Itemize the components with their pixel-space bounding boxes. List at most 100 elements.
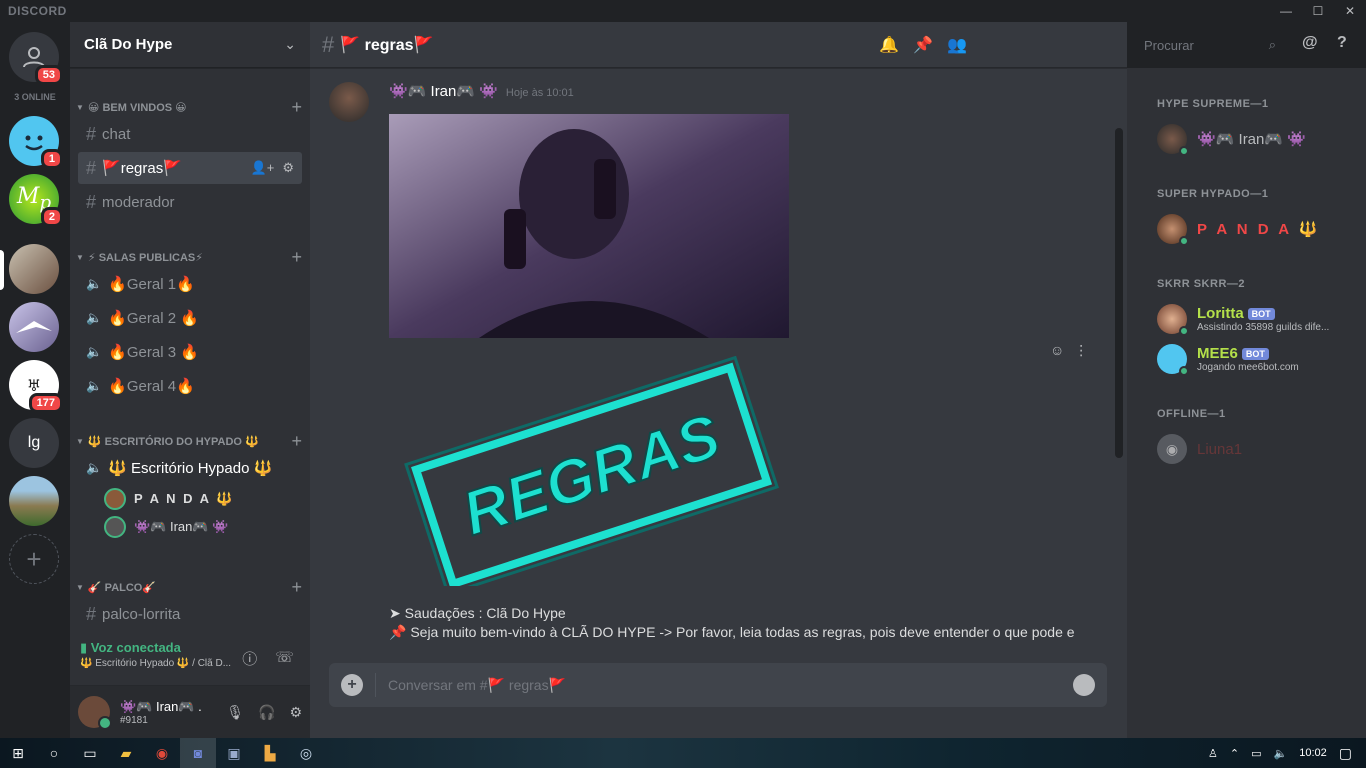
channel-chat[interactable]: # chat	[78, 118, 302, 150]
emoji-picker-icon[interactable]	[1073, 674, 1095, 696]
create-channel-icon[interactable]: +	[291, 247, 302, 268]
microphone-icon[interactable]: 🎙	[226, 704, 244, 721]
guild-bird[interactable]	[9, 302, 59, 352]
settings-gear-icon[interactable]: ⚙	[289, 704, 302, 721]
member-liuna1[interactable]: ◉ Liuna1	[1157, 434, 1357, 464]
photo-image	[389, 114, 789, 338]
invite-icon[interactable]: 👤+	[251, 160, 275, 176]
member-iran[interactable]: 👾🎮 Iran🎮 👾	[1157, 124, 1357, 156]
voice-user-panda[interactable]: P A N D A 🔱	[104, 486, 234, 512]
bell-icon[interactable]: 🔔	[879, 35, 899, 55]
disconnect-icon[interactable]: ☏	[275, 648, 294, 669]
voice-channel-geral3[interactable]: 🔈 🔥Geral 3 🔥	[78, 336, 302, 368]
voice-channel-geral4[interactable]: 🔈 🔥Geral 4🔥	[78, 370, 302, 402]
help-icon[interactable]: ?	[1337, 34, 1347, 52]
guild-photo[interactable]	[9, 244, 59, 294]
close-window-button[interactable]: ✕	[1334, 0, 1366, 22]
add-reaction-icon[interactable]: ☺	[1050, 342, 1064, 359]
channel-palco-lorrita[interactable]: # palco-lorrita	[78, 598, 302, 630]
clock[interactable]: 10:02	[1299, 747, 1327, 759]
message-input-box[interactable]: + Conversar em #🚩 regras🚩	[329, 663, 1107, 707]
add-server-button[interactable]: +	[9, 534, 59, 584]
server-header[interactable]: Clã Do Hype ⌄	[70, 22, 310, 68]
member-name: P A N D A 🔱	[1197, 221, 1321, 238]
gear-icon[interactable]: ⚙	[282, 160, 294, 176]
tribe-logo: ♅	[26, 375, 42, 395]
file-explorer-icon[interactable]: ▰	[108, 738, 144, 768]
upload-plus-icon[interactable]: +	[341, 674, 363, 696]
guild-selected-pill	[0, 250, 4, 290]
pin-icon[interactable]: 📌	[913, 35, 933, 55]
task-view-icon[interactable]: ▭	[72, 738, 108, 768]
voice-channel-geral2[interactable]: 🔈 🔥Geral 2 🔥	[78, 302, 302, 334]
message-input[interactable]: Conversar em #🚩 regras🚩	[388, 677, 1073, 694]
discord-taskbar-icon[interactable]: ◙	[180, 738, 216, 768]
network-icon[interactable]: ▭	[1251, 747, 1261, 760]
scrollbar[interactable]	[1115, 128, 1123, 458]
speaker-icon: 🔈	[86, 276, 103, 291]
caret-down-icon: ▼	[76, 252, 84, 262]
maximize-button[interactable]: ☐	[1302, 0, 1334, 22]
more-options-icon[interactable]: ⋮	[1074, 342, 1088, 359]
message-author[interactable]: 👾🎮 Iran🎮 👾	[389, 82, 498, 100]
regras-banner: REGRAS	[404, 355, 779, 596]
notification-icon[interactable]: ▢	[1339, 745, 1352, 762]
cortana-icon[interactable]: ○	[36, 738, 72, 768]
locked-hash-icon: #	[86, 191, 97, 212]
avatar	[104, 516, 126, 538]
attached-photo[interactable]	[389, 114, 789, 338]
guild-mountain[interactable]	[9, 476, 59, 526]
channel-title: 🚩 regras🚩	[340, 36, 434, 54]
category-label: 🎸 PALCO🎸	[87, 581, 157, 594]
photos-icon[interactable]: ▣	[216, 738, 252, 768]
voice-channel-geral1[interactable]: 🔈 🔥Geral 1🔥	[78, 268, 302, 300]
channel-label: palco-lorrita	[102, 605, 181, 623]
chart-app-icon[interactable]: ▙	[252, 738, 288, 768]
category-escritorio[interactable]: ▼ 🔱 ESCRITÓRIO DO HYPADO 🔱 +	[76, 431, 302, 452]
info-icon[interactable]: ⓘ	[242, 648, 257, 669]
member-list-icon[interactable]: 👥	[947, 35, 967, 55]
category-salas-publicas[interactable]: ▼ ⚡ SALAS PUBLICAS⚡ +	[76, 247, 302, 268]
regras-banner-image[interactable]: REGRAS	[395, 355, 785, 596]
direct-messages-button[interactable]: 53	[9, 32, 63, 85]
channel-regras[interactable]: # 🚩regras🚩 👤+ ⚙	[78, 152, 302, 184]
create-channel-icon[interactable]: +	[291, 431, 302, 452]
guild-mp[interactable]: Mp 2	[9, 174, 63, 227]
guild-smile[interactable]: 1	[9, 116, 63, 169]
search-input[interactable]: Procurar ⌕	[1138, 30, 1282, 60]
chat-header: # 🚩 regras🚩 🔔 📌 👥	[310, 22, 1127, 68]
guild-lg[interactable]: lg	[9, 418, 59, 468]
role-header: HYPE SUPREME—1	[1157, 98, 1269, 110]
voice-channel-escritorio[interactable]: 🔈 🔱 Escritório Hypado 🔱	[78, 452, 302, 484]
category-bem-vindos[interactable]: ▼ 😀 BEM VINDOS 😀 +	[76, 97, 302, 118]
message-avatar[interactable]	[329, 82, 369, 122]
online-count: 3 ONLINE	[14, 92, 56, 102]
tray-chevron-icon[interactable]: ⌃	[1230, 747, 1239, 760]
channel-moderador[interactable]: # moderador	[78, 186, 302, 218]
create-channel-icon[interactable]: +	[291, 577, 302, 598]
channel-label: 🚩regras🚩	[102, 160, 182, 177]
volume-icon[interactable]: 🔈	[1274, 747, 1288, 760]
guild-tribe[interactable]: ♅ 177	[9, 360, 63, 413]
voice-user-iran[interactable]: 👾🎮 Iran🎮 👾	[104, 514, 228, 540]
user-avatar[interactable]	[78, 696, 112, 730]
caret-down-icon: ▼	[76, 436, 84, 446]
member-loritta[interactable]: Loritta BOT Assistindo 35898 guilds dife.…	[1157, 304, 1357, 336]
channel-label: 🔱 Escritório Hypado 🔱	[108, 460, 273, 477]
category-palco[interactable]: ▼ 🎸 PALCO🎸 +	[76, 577, 302, 598]
message-timestamp: Hoje às 10:01	[505, 87, 574, 99]
username: 👾🎮 Iran🎮 .	[120, 698, 202, 714]
member-mee6[interactable]: MEE6 BOT Jogando mee6bot.com	[1157, 344, 1357, 376]
channel-label: 🔥Geral 3 🔥	[108, 344, 199, 361]
voice-user-name: 👾🎮 Iran🎮 👾	[134, 519, 229, 534]
member-panda[interactable]: P A N D A 🔱	[1157, 214, 1357, 246]
headphones-icon[interactable]: 🎧	[258, 704, 275, 721]
minimize-button[interactable]: —	[1270, 0, 1302, 22]
steam-icon[interactable]: ◎	[288, 738, 324, 768]
people-icon[interactable]: ♙	[1208, 747, 1218, 760]
chrome-icon[interactable]: ◉	[144, 738, 180, 768]
voice-connection-panel: ▮ Voz conectada 🔱 Escritório Hypado 🔱 / …	[70, 634, 310, 686]
mentions-icon[interactable]: @	[1302, 34, 1318, 52]
create-channel-icon[interactable]: +	[291, 97, 302, 118]
windows-start-icon[interactable]: ⊞	[0, 738, 36, 768]
